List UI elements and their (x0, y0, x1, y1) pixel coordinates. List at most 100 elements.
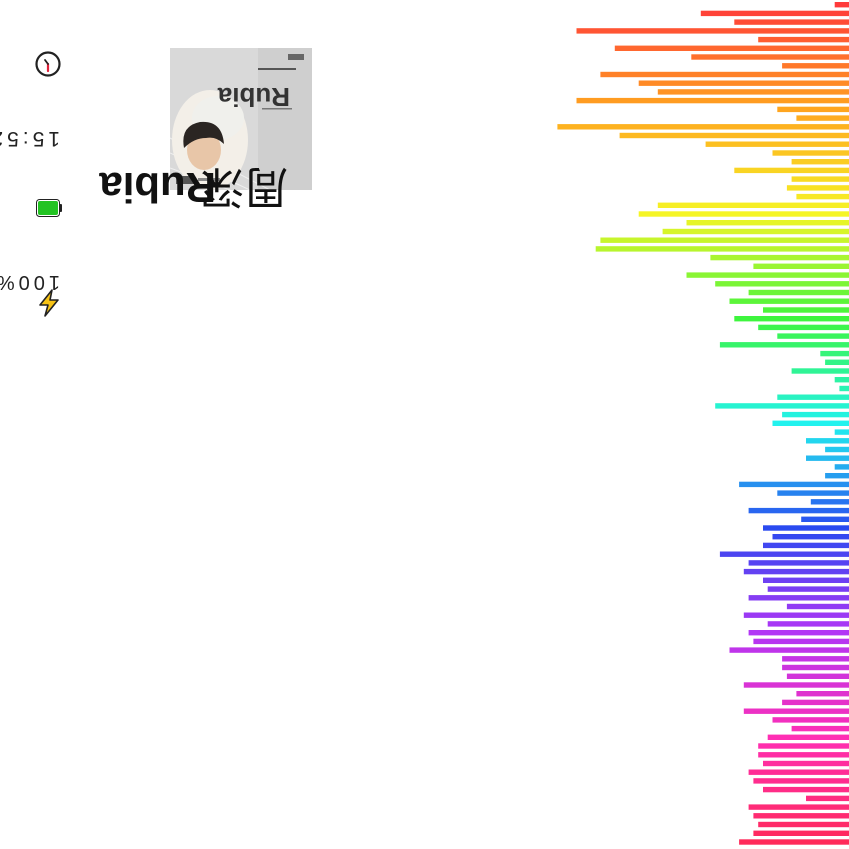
visualizer-bar (834, 464, 849, 470)
album-cover-text: Rubia (217, 82, 290, 112)
visualizer-bar (595, 246, 849, 252)
visualizer-bar (839, 385, 849, 392)
visualizer-bar (748, 289, 849, 296)
visualizer-bar (748, 630, 849, 636)
visualizer-bar (758, 36, 849, 43)
visualizer-bar (825, 446, 849, 453)
visualizer-bar (734, 316, 849, 322)
visualizer-bar (796, 115, 849, 121)
visualizer-bar (782, 699, 849, 706)
visualizer-bar (834, 429, 849, 435)
visualizer-bar (772, 150, 849, 156)
visualizer-bar (806, 795, 849, 802)
visualizer-bar (748, 560, 849, 566)
visualizer-bar (791, 368, 849, 374)
visualizer-bar (763, 525, 849, 531)
visualizer-bar (786, 603, 849, 610)
visualizer-bar (763, 307, 849, 313)
visualizer-bar (772, 717, 849, 723)
visualizer-bar (782, 664, 849, 671)
visualizer-bar (700, 10, 849, 17)
visualizer-bar (758, 752, 849, 758)
visualizer-bar (767, 621, 849, 627)
visualizer-bar (739, 481, 849, 488)
visualizer-bar (758, 324, 849, 331)
visualizer-bar (758, 743, 849, 749)
visualizer-bar (825, 359, 849, 365)
visualizer-bar (782, 411, 849, 418)
visualizer-bar (753, 813, 849, 819)
visualizer-bar (743, 612, 849, 618)
visualizer-bar (748, 507, 849, 514)
visualizer-bar (748, 595, 849, 601)
status-time: 15:52 (0, 127, 60, 150)
visualizer-bar (767, 734, 849, 740)
visualizer-bar (758, 821, 849, 828)
visualizer-bar (729, 298, 849, 304)
visualizer-bar (734, 167, 849, 174)
clock-icon (35, 51, 61, 77)
visualizer-bar (734, 19, 849, 25)
visualizer-bar (791, 176, 849, 182)
visualizer-bar (686, 272, 849, 278)
visualizer-bar (791, 159, 849, 165)
visualizer-bar (686, 220, 849, 226)
visualizer-bar (777, 106, 849, 113)
visualizer-bar (743, 708, 849, 714)
visualizer-bar (763, 577, 849, 583)
visualizer-bar (782, 656, 849, 662)
visualizer-bar (763, 786, 849, 793)
visualizer-bar (753, 778, 849, 784)
visualizer-bar (810, 499, 849, 505)
visualizer-bar (576, 28, 849, 34)
visualizer-bar (796, 193, 849, 200)
visualizer-bar (657, 89, 849, 95)
visualizer-bar (600, 237, 849, 243)
visualizer-bar (739, 839, 849, 845)
visualizer-bar (614, 45, 849, 51)
battery-fill (38, 201, 58, 215)
visualizer-bar (753, 638, 849, 645)
lightning-bolt-icon (39, 289, 59, 317)
visualizer-bar (715, 403, 849, 409)
visualizer-bar (729, 647, 849, 653)
visualizer-bar (638, 80, 849, 86)
visualizer-bar (600, 71, 849, 78)
visualizer-bar (763, 542, 849, 549)
visualizer-bar (777, 490, 849, 496)
visualizer-bar (753, 830, 849, 836)
visualizer-bar (767, 586, 849, 592)
visualizer-bar (743, 682, 849, 688)
visualizer-bar (763, 760, 849, 767)
visualizer-bar (743, 568, 849, 575)
visualizer-bar (786, 673, 849, 679)
visualizer-bar (806, 455, 849, 461)
visualizer-bar (796, 691, 849, 697)
visualizer-bar (719, 342, 849, 348)
visualizer-bar (638, 211, 849, 217)
visualizer-bar (825, 473, 849, 479)
visualizer-bar (619, 132, 849, 139)
visualizer-bar (834, 2, 849, 8)
visualizer-bar (705, 141, 849, 147)
visualizer-bar (820, 350, 849, 357)
visualizer-bar (786, 185, 849, 191)
visualizer-bar (657, 202, 849, 208)
song-title: 周深 (200, 161, 288, 212)
visualizer-bar (710, 254, 849, 261)
visualizer-bar (772, 420, 849, 426)
visualizer-bar (691, 54, 849, 60)
visualizer-bar (791, 725, 849, 732)
visualizer-bar (753, 263, 849, 269)
visualizer-bar (576, 97, 849, 104)
visualizer-bar (801, 516, 849, 522)
visualizer-bar (777, 394, 849, 400)
visualizer-bar (719, 551, 849, 557)
visualizer-bar (748, 769, 849, 775)
audio-visualizer (557, 2, 849, 845)
visualizer-bar (772, 534, 849, 540)
battery-icon (36, 199, 62, 217)
artist-name: Rubia (99, 164, 216, 211)
visualizer-bar (834, 377, 849, 383)
visualizer-bar (782, 63, 849, 69)
